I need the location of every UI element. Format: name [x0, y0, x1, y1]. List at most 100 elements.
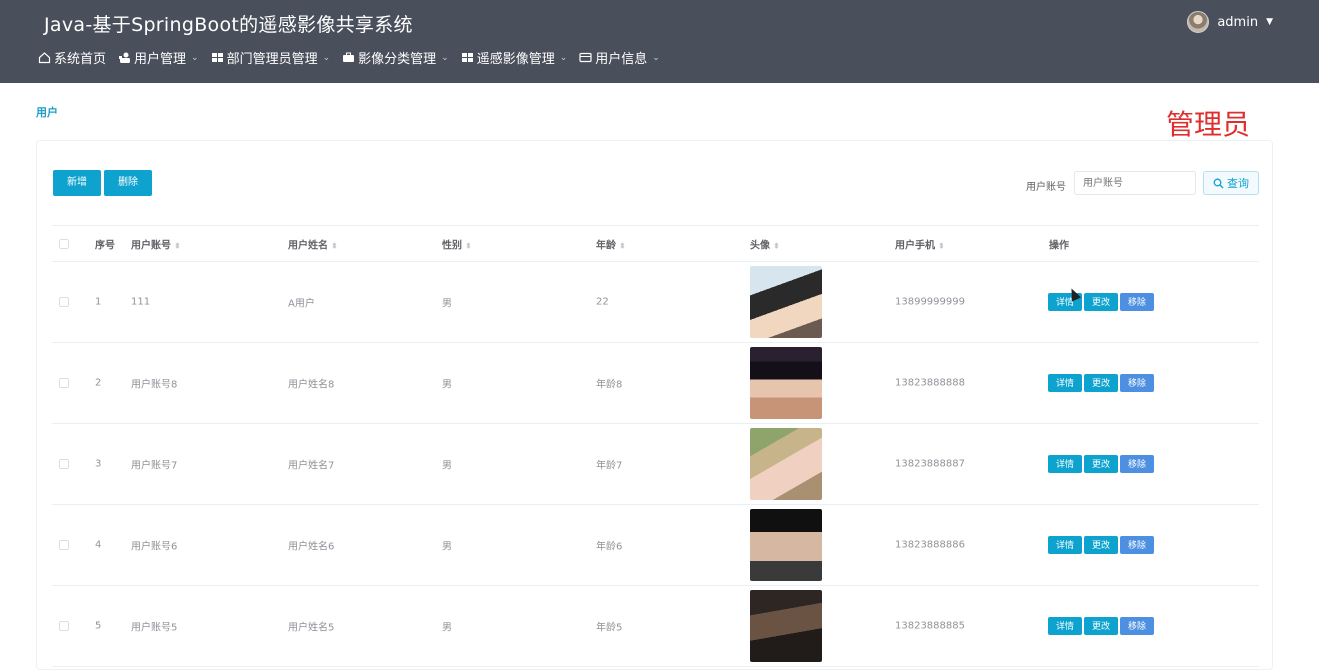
sort-icon: ⬍	[619, 241, 626, 250]
row-gender: 男	[442, 298, 452, 310]
content-panel: 新增 删除 用户账号 查询 序号 用户账号⬍ 用户姓名⬍ 性别⬍ 年龄⬍ 头像⬍…	[36, 140, 1273, 670]
chevron-down-icon: ⌄	[191, 52, 199, 63]
detail-button[interactable]: 详情	[1048, 374, 1083, 392]
row-checkbox[interactable]	[59, 378, 69, 388]
nav-item-users[interactable]: 用户管理 ⌄	[118, 48, 199, 67]
nav-item-home[interactable]: 系统首页	[38, 48, 106, 67]
edit-button[interactable]: 更改	[1084, 374, 1119, 392]
row-account: 111	[131, 296, 151, 308]
avatar-image[interactable]	[750, 590, 822, 662]
detail-button[interactable]: 详情	[1048, 455, 1083, 473]
nav-item-dept-admin[interactable]: 部门管理员管理 ⌄	[211, 48, 330, 67]
row-age: 年龄8	[596, 379, 623, 391]
row-index: 1	[95, 296, 102, 308]
row-gender: 男	[442, 541, 452, 553]
avatar-image[interactable]	[750, 266, 822, 338]
delete-button[interactable]: 删除	[104, 170, 152, 196]
nav-item-user-info[interactable]: 用户信息 ⌄	[579, 48, 660, 67]
table-row: 2 用户账号8 用户姓名8 男 年龄8 13823888888 详情 更改 移除	[52, 343, 1259, 424]
table-header: 序号 用户账号 ⬍ 用户姓名 ⬍ 性别 ⬍ 年龄 ⬍ 头像 ⬍ 用户手机 ⬍ 操作	[52, 226, 1259, 262]
edit-button[interactable]: 更改	[1084, 536, 1119, 554]
caret-down-icon: ▼	[1266, 17, 1273, 27]
row-gender: 男	[442, 379, 452, 391]
col-avatar[interactable]: 头像 ⬍	[750, 236, 780, 251]
chevron-down-icon: ⌄	[559, 52, 568, 63]
nav-item-image-category[interactable]: 影像分类管理 ⌄	[342, 48, 449, 67]
row-actions: 详情 更改 移除	[1048, 293, 1155, 311]
row-index: 3	[95, 458, 102, 470]
row-checkbox[interactable]	[59, 540, 69, 550]
detail-button[interactable]: 详情	[1048, 617, 1083, 635]
row-age: 年龄6	[596, 541, 623, 553]
nav-item-label: 用户信息	[595, 52, 648, 67]
sort-icon: ⬍	[773, 241, 780, 250]
row-gender: 男	[442, 460, 452, 472]
avatar-image[interactable]	[750, 428, 822, 500]
col-name[interactable]: 用户姓名 ⬍	[288, 236, 338, 251]
row-checkbox[interactable]	[59, 297, 69, 307]
row-account: 用户账号8	[131, 379, 178, 391]
col-actions: 操作	[1049, 240, 1069, 251]
row-phone: 13823888886	[895, 539, 965, 551]
table-row: 5 用户账号5 用户姓名5 男 年龄5 13823888885 详情 更改 移除	[52, 586, 1259, 667]
edit-button[interactable]: 更改	[1084, 293, 1119, 311]
detail-button[interactable]: 详情	[1048, 536, 1083, 554]
remove-button[interactable]: 移除	[1120, 536, 1155, 554]
row-name: A用户	[288, 298, 315, 310]
row-name: 用户姓名8	[288, 379, 335, 391]
home-icon	[38, 51, 51, 64]
select-all-checkbox[interactable]	[59, 238, 69, 249]
search-label: 用户账号	[1026, 182, 1066, 193]
nav-item-label: 系统首页	[54, 52, 107, 67]
add-button[interactable]: 新增	[53, 170, 101, 196]
remove-button[interactable]: 移除	[1120, 617, 1155, 635]
search-button[interactable]: 查询	[1203, 171, 1259, 195]
row-checkbox[interactable]	[59, 621, 69, 631]
table-body: 1 111 A用户 男 22 13899999999 详情 更改 移除 2 用户…	[52, 262, 1259, 667]
user-avatar-icon	[1187, 11, 1210, 33]
user-menu[interactable]: admin ▼	[1187, 11, 1273, 33]
users-icon	[118, 51, 131, 64]
col-gender[interactable]: 性别 ⬍	[442, 236, 472, 251]
col-account[interactable]: 用户账号 ⬍	[131, 236, 181, 251]
row-age: 年龄5	[596, 622, 623, 634]
row-index: 5	[95, 620, 102, 632]
row-account: 用户账号7	[131, 460, 178, 472]
sort-icon: ⬍	[174, 241, 181, 250]
avatar-image[interactable]	[750, 509, 822, 581]
edit-button[interactable]: 更改	[1084, 617, 1119, 635]
row-gender: 男	[442, 622, 452, 634]
row-index: 2	[95, 377, 102, 389]
table-row: 3 用户账号7 用户姓名7 男 年龄7 13823888887 详情 更改 移除	[52, 424, 1259, 505]
nav-item-remote-image[interactable]: 遥感影像管理 ⌄	[461, 48, 568, 67]
table-row: 4 用户账号6 用户姓名6 男 年龄6 13823888886 详情 更改 移除	[52, 505, 1259, 586]
sort-icon: ⬍	[331, 241, 338, 250]
nav-item-label: 影像分类管理	[358, 52, 437, 67]
app-title: Java-基于SpringBoot的遥感影像共享系统	[44, 14, 413, 36]
row-age: 年龄7	[596, 460, 623, 472]
role-tag: 管理员	[1166, 108, 1251, 141]
row-actions: 详情 更改 移除	[1048, 455, 1155, 473]
nav-item-label: 遥感影像管理	[476, 52, 555, 67]
breadcrumb[interactable]: 用户	[36, 104, 58, 120]
remove-button[interactable]: 移除	[1120, 455, 1155, 473]
row-checkbox[interactable]	[59, 459, 69, 469]
row-name: 用户姓名5	[288, 622, 335, 634]
grid-icon	[461, 51, 474, 64]
search-button-label: 查询	[1227, 177, 1249, 190]
briefcase-icon	[342, 51, 355, 64]
edit-button[interactable]: 更改	[1084, 455, 1119, 473]
chevron-down-icon: ⌄	[441, 52, 449, 63]
col-phone[interactable]: 用户手机 ⬍	[895, 236, 945, 251]
avatar-image[interactable]	[750, 347, 822, 419]
row-actions: 详情 更改 移除	[1048, 536, 1155, 554]
search-input[interactable]	[1074, 171, 1196, 195]
row-name: 用户姓名6	[288, 541, 335, 553]
remove-button[interactable]: 移除	[1120, 374, 1155, 392]
row-phone: 13899999999	[895, 296, 965, 308]
search-icon	[1213, 178, 1224, 188]
col-age[interactable]: 年龄 ⬍	[596, 236, 626, 251]
remove-button[interactable]: 移除	[1120, 293, 1155, 311]
table-row: 1 111 A用户 男 22 13899999999 详情 更改 移除	[52, 262, 1259, 343]
row-name: 用户姓名7	[288, 460, 335, 472]
